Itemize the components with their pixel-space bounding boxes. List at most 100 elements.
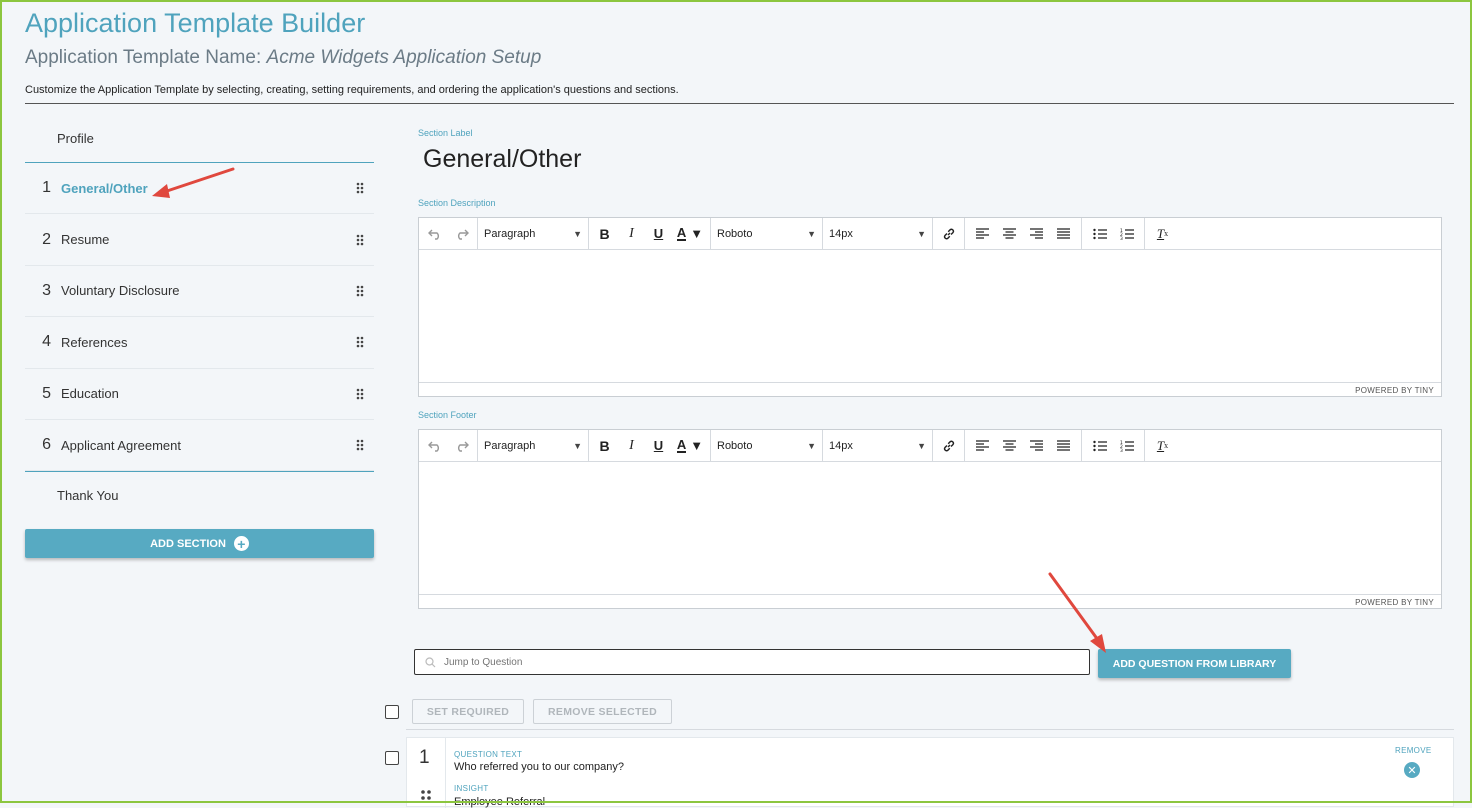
editor-branding: POWERED BY TINY xyxy=(419,594,1441,609)
drag-handle-icon[interactable] xyxy=(420,789,432,803)
section-description-editor: Paragraph ▼ B I U A ▼ Roboto ▼ 14px ▼ 123 Tx xyxy=(418,217,1442,397)
add-section-label: ADD SECTION xyxy=(150,537,226,550)
remove-selected-button[interactable]: REMOVE SELECTED xyxy=(533,699,672,724)
numbered-list-icon[interactable]: 123 xyxy=(1113,218,1140,250)
font-size-value: 14px xyxy=(829,439,853,452)
block-format-value: Paragraph xyxy=(484,227,536,240)
bullet-list-icon[interactable] xyxy=(1086,430,1113,462)
add-question-from-library-button[interactable]: ADD QUESTION FROM LIBRARY xyxy=(1098,649,1291,678)
sidebar-item-education[interactable]: 5 Education xyxy=(25,369,374,420)
sidebar-item-number: 4 xyxy=(42,333,51,351)
undo-icon[interactable] xyxy=(421,430,448,462)
numbered-list-icon[interactable]: 123 xyxy=(1113,430,1140,462)
redo-icon[interactable] xyxy=(448,430,475,462)
align-center-icon[interactable] xyxy=(996,430,1023,462)
bold-icon[interactable]: B xyxy=(591,430,618,462)
section-description-caption: Section Description xyxy=(418,198,496,208)
sidebar-item-number: 3 xyxy=(42,281,51,299)
sidebar-item-label: Thank You xyxy=(57,488,119,504)
editor-toolbar: Paragraph ▼ B I U A ▼ Roboto ▼ 14px ▼ 123 Tx xyxy=(419,218,1441,250)
drag-handle-icon[interactable] xyxy=(356,234,364,246)
align-justify-icon[interactable] xyxy=(1050,218,1077,250)
clear-formatting-icon[interactable]: Tx xyxy=(1149,218,1176,250)
text-color-icon[interactable]: A ▼ xyxy=(672,218,708,250)
link-icon[interactable] xyxy=(935,218,962,250)
page-subtitle: Customize the Application Template by se… xyxy=(25,84,679,96)
select-all-checkbox[interactable] xyxy=(385,705,399,719)
section-label-input[interactable]: General/Other xyxy=(423,145,581,174)
editor-branding: POWERED BY TINY xyxy=(419,382,1441,397)
editor-toolbar: Paragraph ▼ B I U A ▼ Roboto ▼ 14px ▼ 123 Tx xyxy=(419,430,1441,462)
italic-icon[interactable]: I xyxy=(618,430,645,462)
italic-icon[interactable]: I xyxy=(618,218,645,250)
font-family-select[interactable]: Roboto ▼ xyxy=(711,218,822,250)
sidebar-item-resume[interactable]: 2 Resume xyxy=(25,214,374,266)
drag-handle-icon[interactable] xyxy=(356,439,364,451)
font-size-value: 14px xyxy=(829,227,853,240)
remove-question-label[interactable]: REMOVE xyxy=(1395,746,1431,755)
sidebar-item-profile[interactable]: Profile xyxy=(25,115,374,163)
sidebar-item-number: 2 xyxy=(42,230,51,248)
header-divider xyxy=(25,103,1454,104)
undo-icon[interactable] xyxy=(421,218,448,250)
section-footer-content[interactable] xyxy=(419,462,1441,594)
align-left-icon[interactable] xyxy=(969,218,996,250)
drag-handle-icon[interactable] xyxy=(356,285,364,297)
add-section-button[interactable]: ADD SECTION + xyxy=(25,529,374,559)
link-icon[interactable] xyxy=(935,430,962,462)
drag-handle-icon[interactable] xyxy=(356,388,364,400)
set-required-button[interactable]: SET REQUIRED xyxy=(412,699,524,724)
bold-icon[interactable]: B xyxy=(591,218,618,250)
sidebar-item-applicant-agreement[interactable]: 6 Applicant Agreement xyxy=(25,420,374,472)
chevron-down-icon: ▼ xyxy=(917,228,926,239)
sidebar-item-label: Voluntary Disclosure xyxy=(61,283,180,299)
question-list-divider xyxy=(406,729,1454,730)
section-footer-caption: Section Footer xyxy=(418,410,477,420)
sidebar-item-label: Education xyxy=(61,386,119,402)
sidebar-item-number: 1 xyxy=(42,179,51,197)
align-right-icon[interactable] xyxy=(1023,430,1050,462)
sidebar-item-general-other[interactable]: 1 General/Other xyxy=(25,163,374,215)
section-description-content[interactable] xyxy=(419,250,1441,382)
chevron-down-icon: ▼ xyxy=(573,228,582,239)
drag-handle-icon[interactable] xyxy=(356,182,364,194)
sidebar-item-thank-you[interactable]: Thank You xyxy=(25,471,374,519)
drag-handle-icon[interactable] xyxy=(356,336,364,348)
align-right-icon[interactable] xyxy=(1023,218,1050,250)
sidebar-item-label: Profile xyxy=(57,131,94,146)
align-left-icon[interactable] xyxy=(969,430,996,462)
underline-icon[interactable]: U xyxy=(645,218,672,250)
chevron-down-icon: ▼ xyxy=(807,228,816,239)
sidebar-item-number: 6 xyxy=(42,436,51,454)
question-insight-caption: INSIGHT xyxy=(454,784,489,793)
sidebar-item-references[interactable]: 4 References xyxy=(25,317,374,369)
svg-text:3: 3 xyxy=(1120,236,1123,240)
bullet-list-icon[interactable] xyxy=(1086,218,1113,250)
text-color-icon[interactable]: A ▼ xyxy=(672,430,708,462)
sidebar-item-number: 5 xyxy=(42,384,51,402)
close-circle-icon[interactable]: ✕ xyxy=(1404,762,1420,778)
font-family-value: Roboto xyxy=(717,439,753,452)
sidebar-item-voluntary-disclosure[interactable]: 3 Voluntary Disclosure xyxy=(25,266,374,318)
chevron-down-icon: ▼ xyxy=(807,440,816,451)
section-footer-editor: Paragraph ▼ B I U A ▼ Roboto ▼ 14px ▼ 123 Tx xyxy=(418,429,1442,609)
block-format-select[interactable]: Paragraph ▼ xyxy=(478,218,588,250)
chevron-down-icon: ▼ xyxy=(573,440,582,451)
block-format-value: Paragraph xyxy=(484,439,536,452)
template-name-label: Application Template Name: xyxy=(25,47,262,68)
sidebar-item-label: References xyxy=(61,334,128,350)
template-name: Application Template Name: Acme Widgets … xyxy=(25,47,541,69)
block-format-select[interactable]: Paragraph ▼ xyxy=(478,430,588,462)
align-center-icon[interactable] xyxy=(996,218,1023,250)
question-number: 1 xyxy=(419,747,430,768)
clear-formatting-icon[interactable]: Tx xyxy=(1149,430,1176,462)
jump-to-question-input[interactable] xyxy=(442,655,1042,669)
plus-circle-icon: + xyxy=(233,536,249,552)
question-select-checkbox[interactable] xyxy=(385,751,399,765)
font-size-select[interactable]: 14px ▼ xyxy=(823,430,932,462)
redo-icon[interactable] xyxy=(448,218,475,250)
align-justify-icon[interactable] xyxy=(1050,430,1077,462)
font-size-select[interactable]: 14px ▼ xyxy=(823,218,932,250)
underline-icon[interactable]: U xyxy=(645,430,672,462)
font-family-select[interactable]: Roboto ▼ xyxy=(711,430,822,462)
